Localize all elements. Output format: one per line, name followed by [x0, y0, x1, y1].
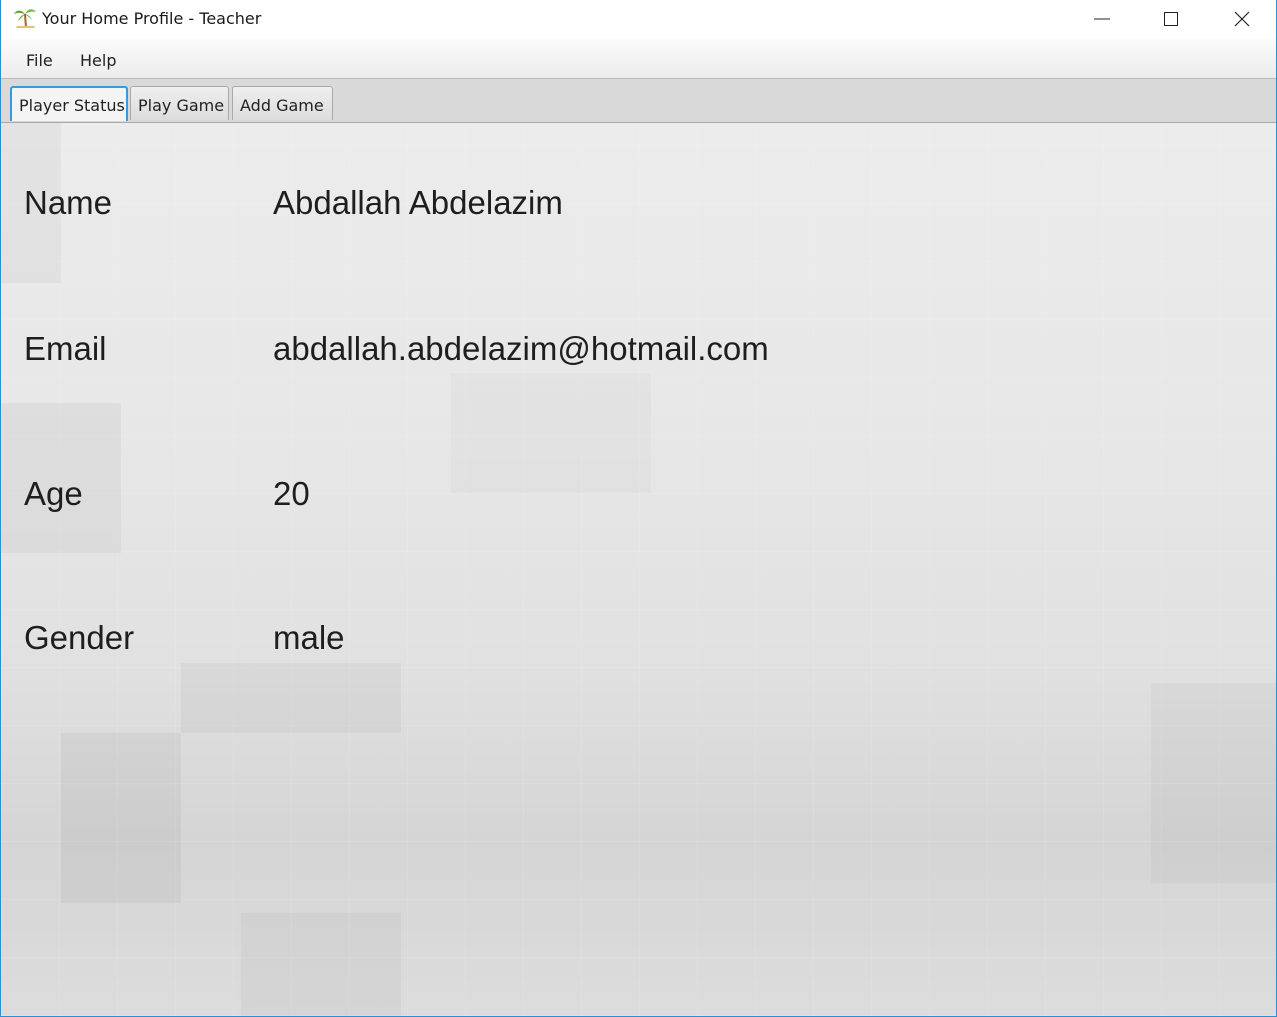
email-label: Email — [24, 330, 107, 367]
gender-value: male — [273, 619, 345, 656]
minimize-icon — [1094, 18, 1110, 20]
name-value: Abdallah Abdelazim — [273, 184, 563, 221]
email-value: abdallah.abdelazim@hotmail.com — [273, 330, 769, 367]
player-status-panel: Name Abdallah Abdelazim Email abdallah.a… — [1, 123, 1276, 1016]
age-label: Age — [24, 475, 83, 512]
background-tile — [181, 663, 401, 733]
minimize-button[interactable] — [1079, 0, 1125, 39]
maximize-icon — [1164, 12, 1178, 26]
window-title: Your Home Profile - Teacher — [42, 9, 262, 28]
app-window: Your Home Profile - Teacher File Help Pl… — [0, 0, 1277, 1017]
tab-bar: Player Status Play Game Add Game — [1, 79, 1276, 123]
background-tile — [241, 913, 401, 1016]
background-tile — [61, 733, 181, 903]
menu-bar: File Help — [1, 39, 1276, 79]
menu-help[interactable]: Help — [80, 51, 116, 70]
menu-file[interactable]: File — [26, 51, 53, 70]
close-button[interactable] — [1219, 0, 1265, 39]
tab-player-status[interactable]: Player Status — [10, 86, 128, 121]
palm-tree-icon — [13, 6, 37, 30]
gender-label: Gender — [24, 619, 135, 656]
maximize-button[interactable] — [1148, 0, 1194, 39]
tab-play-game[interactable]: Play Game — [130, 86, 229, 120]
title-bar[interactable]: Your Home Profile - Teacher — [1, 0, 1276, 39]
age-value: 20 — [273, 475, 310, 512]
background-tile — [451, 373, 651, 493]
close-icon — [1234, 11, 1250, 27]
tab-add-game[interactable]: Add Game — [232, 86, 333, 120]
name-label: Name — [24, 184, 113, 221]
background-tile — [1151, 683, 1276, 883]
